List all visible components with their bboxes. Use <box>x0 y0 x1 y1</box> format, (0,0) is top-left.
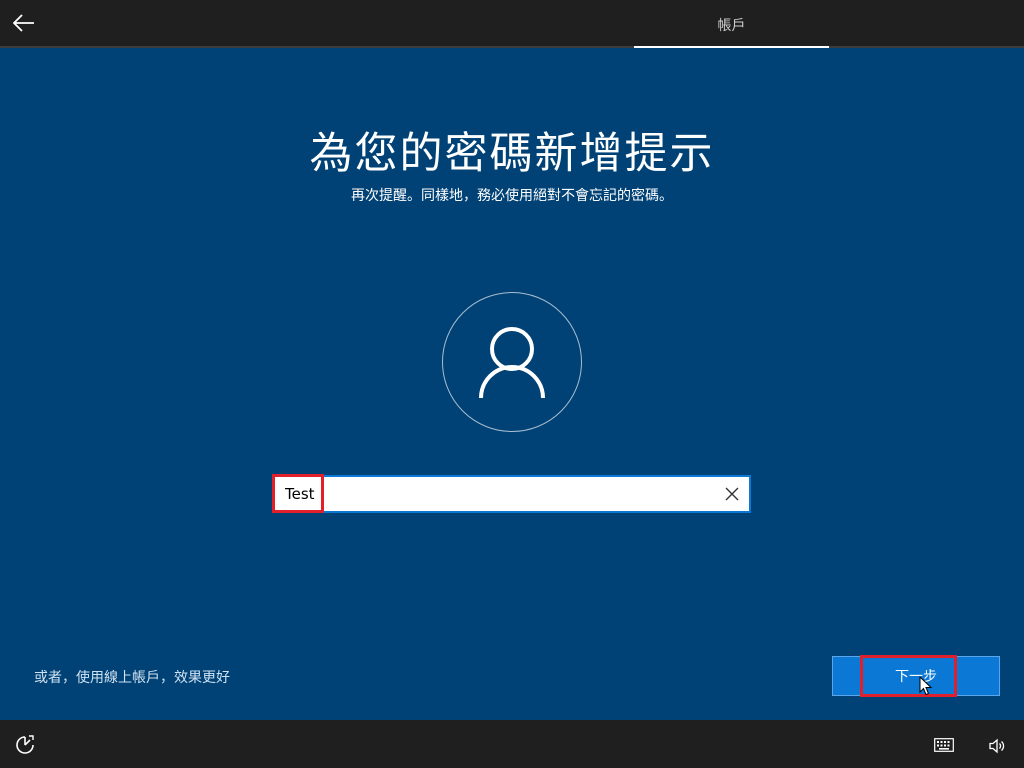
clear-button[interactable] <box>721 483 743 505</box>
password-hint-field[interactable] <box>273 475 751 513</box>
bottom-bar <box>0 720 1024 768</box>
page-subtitle: 再次提醒。同樣地，務必使用絕對不會忘記的密碼。 <box>351 188 673 204</box>
page-title: 為您的密碼新增提示 <box>309 129 715 179</box>
back-button[interactable] <box>8 7 40 39</box>
avatar <box>442 292 582 432</box>
online-account-link[interactable]: 或者，使用線上帳戶，效果更好 <box>34 667 230 687</box>
top-bar: 帳戶 <box>0 0 1024 48</box>
ease-of-access-icon[interactable] <box>14 734 36 756</box>
next-button[interactable]: 下一步 <box>832 656 1000 696</box>
tab-account[interactable]: 帳戶 <box>634 0 829 48</box>
user-icon <box>479 327 545 399</box>
password-hint-input[interactable] <box>277 479 717 509</box>
volume-icon[interactable] <box>988 737 1006 755</box>
close-icon <box>725 487 739 501</box>
back-arrow-icon <box>13 14 34 32</box>
keyboard-icon[interactable] <box>934 738 954 752</box>
